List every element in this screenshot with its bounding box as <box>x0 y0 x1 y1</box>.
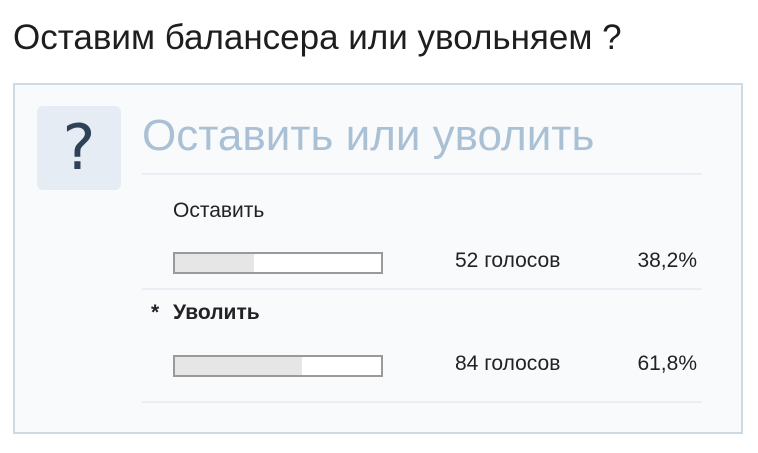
poll-option-label: Оставить <box>173 199 265 222</box>
poll-option-bar-fill <box>175 254 254 272</box>
poll-option-votes: 84 голосов <box>455 352 561 375</box>
poll-question: Оставить или уволить <box>142 111 595 160</box>
poll-option-percent: 38,2% <box>637 249 697 272</box>
selected-marker: * <box>151 301 160 324</box>
poll-option-bar-fill <box>175 357 303 375</box>
poll-option-label: Уволить <box>173 301 260 324</box>
poll-option-votes: 52 голосов <box>455 249 561 272</box>
poll-option-percent: 61,8% <box>637 352 697 375</box>
divider <box>142 173 702 175</box>
divider <box>142 288 702 290</box>
divider <box>142 401 702 403</box>
poll-option-bar <box>173 252 383 274</box>
poll-box: ? Оставить или уволить Оставить 52 голос… <box>13 83 743 434</box>
question-mark-icon: ? <box>37 106 121 190</box>
topic-title: Оставим балансера или увольняем ? <box>13 18 622 57</box>
poll-option-bar <box>173 355 383 377</box>
